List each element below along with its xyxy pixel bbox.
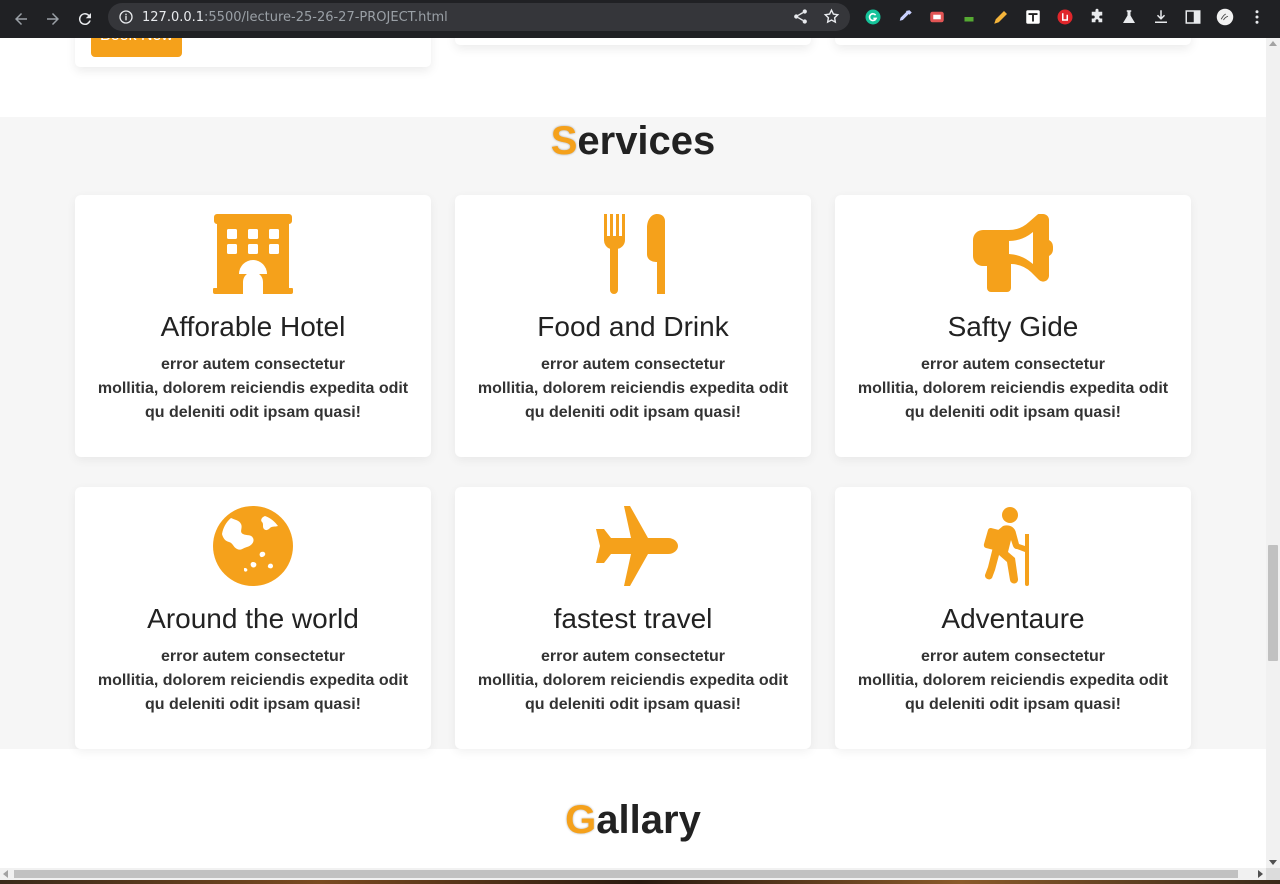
service-card: fastest travel error autem consectetur mo… [455, 487, 811, 749]
service-card: Around the world error autem consectetur… [75, 487, 431, 749]
card-title: Safty Gide [947, 311, 1079, 342]
services-title: Services [550, 119, 716, 163]
scroll-left-icon[interactable] [3, 870, 8, 878]
book-now-button[interactable]: Book Now [91, 38, 182, 57]
bullhorn-icon [973, 213, 1054, 294]
arrow-left-icon [15, 13, 27, 25]
menu-icon[interactable] [1246, 6, 1268, 28]
scroll-corner [1266, 868, 1280, 880]
service-card: Adventaure error autem consectetur mollit… [835, 487, 1191, 749]
card-title: Afforable Hotel [160, 311, 346, 342]
hiking-icon [973, 506, 1053, 586]
plane-icon [593, 506, 678, 586]
arrow-right-icon [47, 13, 59, 25]
ext-hat-icon[interactable] [958, 6, 980, 28]
card-description: error autem consectetur mollitia, dolorem… [97, 648, 409, 713]
scroll-right-icon[interactable] [1258, 870, 1263, 878]
card-description: error autem consectetur mollitia, dolorem… [477, 648, 789, 713]
extensions-tray [862, 6, 1268, 28]
package-card [455, 38, 811, 45]
service-card: Safty Gide error autem consectetur mollit… [835, 195, 1191, 457]
card-title: Adventaure [941, 603, 1085, 634]
service-card: Afforable Hotel error autem consectetur m… [75, 195, 431, 457]
globe-icon [213, 506, 293, 586]
download-icon[interactable] [1150, 6, 1172, 28]
card-title: fastest travel [553, 603, 713, 634]
utensils-icon [593, 214, 673, 294]
ext-stop-icon[interactable] [1054, 6, 1076, 28]
ext-red-icon[interactable] [926, 6, 948, 28]
page-viewport: Book Now Services Afforable Hotel error … [0, 38, 1266, 868]
gallery-title: Gallary [565, 798, 701, 842]
service-card: Food and Drink error autem consectetur mo… [455, 195, 811, 457]
card-description: error autem consectetur mollitia, dolorem… [857, 648, 1169, 713]
puzzle-icon[interactable] [1086, 6, 1108, 28]
scroll-up-icon[interactable] [1269, 41, 1277, 46]
scroll-thumb[interactable] [14, 870, 1238, 878]
ext-tt-icon[interactable] [1022, 6, 1044, 28]
flask-icon[interactable] [1118, 6, 1140, 28]
scroll-down-icon[interactable] [1269, 860, 1277, 865]
star-icon[interactable] [823, 8, 840, 25]
card-title: Food and Drink [537, 311, 729, 342]
sidebar-icon[interactable] [1182, 6, 1204, 28]
reload-icon [78, 13, 91, 26]
browser-toolbar: 127.0.0.1:5500/lecture-25-26-27-PROJECT.… [0, 0, 1280, 38]
card-title: Around the world [147, 603, 359, 634]
package-card [835, 38, 1191, 45]
grammarly-icon[interactable] [862, 6, 884, 28]
scroll-thumb[interactable] [1268, 545, 1278, 661]
hotel-icon [213, 214, 293, 294]
eyedropper-icon[interactable] [894, 6, 916, 28]
vertical-scrollbar[interactable] [1266, 38, 1280, 868]
card-description: error autem consectetur mollitia, dolorem… [97, 356, 409, 421]
forward-button[interactable] [37, 3, 69, 35]
pencil-icon[interactable] [990, 6, 1012, 28]
back-button[interactable] [5, 3, 37, 35]
address-bar[interactable]: 127.0.0.1:5500/lecture-25-26-27-PROJECT.… [108, 3, 850, 31]
reload-button[interactable] [69, 3, 101, 35]
card-description: error autem consectetur mollitia, dolorem… [857, 356, 1169, 421]
url-text[interactable]: 127.0.0.1:5500/lecture-25-26-27-PROJECT.… [142, 10, 448, 25]
services-section: Services Afforable Hotel error autem con… [0, 117, 1266, 749]
next-section-preview [0, 880, 1280, 884]
horizontal-scrollbar[interactable] [0, 868, 1266, 880]
avatar[interactable] [1214, 6, 1236, 28]
info-icon[interactable] [118, 9, 134, 25]
package-card: Book Now [75, 38, 431, 67]
card-description: error autem consectetur mollitia, dolorem… [477, 356, 789, 421]
share-icon[interactable] [792, 8, 809, 25]
